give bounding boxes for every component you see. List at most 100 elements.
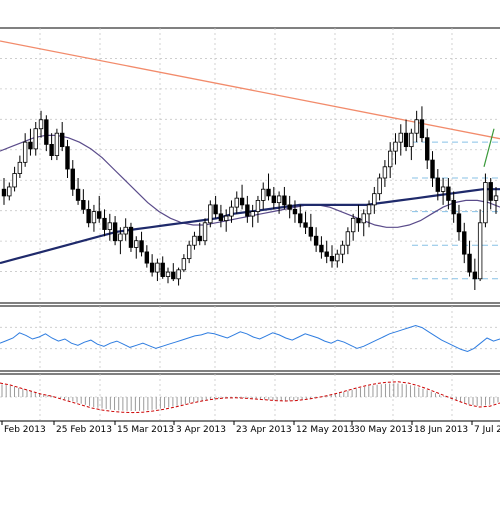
candle-body <box>22 141 28 163</box>
candle-body <box>181 258 187 271</box>
candle-body <box>197 235 202 242</box>
candle-body <box>276 195 282 204</box>
candle-body <box>451 199 456 215</box>
candle-body <box>17 161 23 174</box>
trading-chart: Feb 2013 25 Feb 2013 15 Mar 2013 3 Apr 2013… <box>0 27 500 435</box>
candle-body <box>261 188 266 201</box>
candle-body <box>139 240 144 253</box>
candle-body <box>245 204 250 217</box>
candle-body <box>255 199 261 212</box>
candle-body <box>44 119 49 145</box>
candle-body <box>250 211 255 217</box>
candle-body <box>440 186 446 192</box>
candle-body <box>86 208 91 224</box>
candle-body <box>65 146 70 170</box>
candle-body <box>12 173 17 188</box>
candle-body <box>91 211 97 224</box>
x-axis-tick-label: 3 Apr 2013 <box>176 425 226 435</box>
candle-body <box>456 213 462 233</box>
candle-body <box>1 188 7 197</box>
candle-body <box>462 231 467 255</box>
candle-body <box>38 119 44 130</box>
candle-body <box>403 132 409 148</box>
candle-body <box>361 213 366 224</box>
candle-body <box>372 193 377 206</box>
candle-body <box>282 195 287 206</box>
candle-body <box>160 262 165 277</box>
x-axis-tick-label: 12 May 2013 <box>296 425 355 435</box>
candle-body <box>313 235 319 246</box>
candle-body <box>239 197 245 206</box>
candle-body <box>33 128 38 150</box>
candle-body <box>356 217 361 224</box>
candle-body <box>128 226 134 248</box>
x-axis-tick-label: 18 Jun 2013 <box>414 425 468 435</box>
candle-body <box>7 186 12 197</box>
candle-body <box>223 215 229 221</box>
candle-body <box>28 141 33 150</box>
candle-body <box>414 119 419 134</box>
x-axis-tick-label: 30 May 2013 <box>354 425 413 435</box>
moving-average-slow <box>0 188 500 265</box>
resistance-trendline <box>0 40 500 140</box>
candle-body <box>292 208 298 215</box>
candle-body <box>176 269 181 280</box>
candle-body <box>107 222 113 230</box>
candle-body <box>319 244 324 253</box>
candle-body <box>229 206 234 217</box>
candle-body <box>409 132 414 148</box>
candle-body <box>218 213 224 221</box>
chart-root: Feb 2013 25 Feb 2013 15 Mar 2013 3 Apr 2013… <box>0 0 500 500</box>
candle-body <box>81 199 86 210</box>
candle-body <box>118 233 123 242</box>
candle-body <box>186 244 192 260</box>
candle-body <box>112 222 118 242</box>
candle-body <box>382 166 388 179</box>
candle-body <box>350 217 356 233</box>
candle-body <box>387 150 393 168</box>
candle-body <box>213 204 218 215</box>
candle-body <box>54 132 60 156</box>
candle-body <box>472 271 478 280</box>
candle-body <box>149 262 155 273</box>
moving-average-fast <box>0 134 500 228</box>
candle-body <box>75 188 81 201</box>
x-axis-tick-label: 23 Apr 2013 <box>236 425 292 435</box>
candle-body <box>377 177 382 195</box>
x-axis-tick-label: 7 Jul 2013 <box>474 425 500 435</box>
candle-body <box>430 159 435 179</box>
candle-body <box>123 226 128 235</box>
candle-body <box>488 182 493 201</box>
candle-body <box>419 119 425 139</box>
candle-body <box>202 222 208 242</box>
candle-body <box>144 251 150 264</box>
candle-body <box>398 132 403 143</box>
candle-body <box>59 132 65 148</box>
candle-body <box>425 137 430 161</box>
x-axis-tick-label: Feb 2013 <box>4 425 46 435</box>
candle-body <box>298 213 303 224</box>
candle-body <box>171 271 176 280</box>
candle-body <box>70 168 75 190</box>
candle-body <box>446 186 451 201</box>
candle-body <box>49 143 54 156</box>
candle-body <box>165 271 171 277</box>
candle-body <box>208 204 213 224</box>
candle-body <box>345 231 351 246</box>
candle-body <box>477 222 483 280</box>
oscillator-line <box>0 324 500 353</box>
candle-body <box>467 253 472 273</box>
candle-body <box>271 195 277 204</box>
candle-body <box>287 204 292 210</box>
candle-body <box>483 182 488 224</box>
x-axis-tick-label: 25 Feb 2013 <box>56 425 112 435</box>
candle-body <box>393 141 398 152</box>
candle-body <box>134 240 139 248</box>
green-projection-line <box>483 128 495 167</box>
candle-body <box>340 244 345 255</box>
candle-body <box>366 204 372 215</box>
candle-body <box>266 188 271 197</box>
candle-body <box>308 226 314 237</box>
candle-body <box>234 197 239 208</box>
candle-body <box>335 253 340 262</box>
